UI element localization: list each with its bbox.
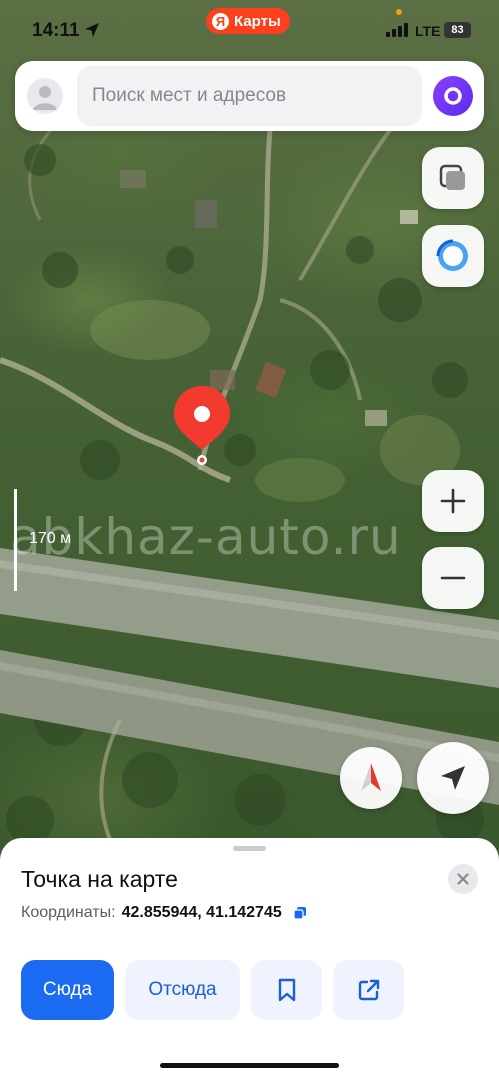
place-card-sheet: Точка на карте Координаты: 42.855944, 41… xyxy=(0,838,499,1080)
zoom-in-button[interactable] xyxy=(422,470,484,532)
route-from-button[interactable]: Отсюда xyxy=(125,960,240,1020)
scale-bar xyxy=(14,489,17,591)
privacy-indicator-dot xyxy=(396,9,402,15)
status-time: 14:11 xyxy=(32,20,80,41)
copy-icon[interactable] xyxy=(293,906,307,920)
sheet-grabber[interactable] xyxy=(233,846,266,851)
layers-icon xyxy=(439,164,465,190)
sheet-title: Точка на карте xyxy=(21,866,178,892)
search-card xyxy=(15,61,484,131)
my-location-icon xyxy=(441,766,465,790)
bookmark-icon xyxy=(278,978,295,1002)
signal-icon xyxy=(386,23,408,37)
compass-icon xyxy=(361,763,381,791)
coordinates-row: Координаты: 42.855944, 41.142745 xyxy=(21,904,307,922)
route-here-button[interactable]: Сюда xyxy=(21,960,114,1020)
coordinates-label: Координаты: xyxy=(21,904,116,921)
close-icon xyxy=(457,873,469,885)
bookmark-button[interactable] xyxy=(251,960,322,1020)
yandex-logo: Я xyxy=(212,12,229,30)
yandex-maps-badge[interactable]: Я Карты xyxy=(206,8,290,34)
share-icon xyxy=(358,979,379,1001)
alice-icon[interactable] xyxy=(433,76,473,116)
alice-assistant-icon xyxy=(436,239,468,271)
user-avatar-icon[interactable] xyxy=(27,78,63,114)
compass-button[interactable] xyxy=(340,747,402,809)
close-button[interactable] xyxy=(448,864,478,894)
home-indicator[interactable] xyxy=(160,1063,339,1068)
layers-button[interactable] xyxy=(422,147,484,209)
map-pin-icon[interactable] xyxy=(172,384,232,466)
share-button[interactable] xyxy=(333,960,404,1020)
status-bar: 14:11 Я Карты LTE 83 xyxy=(0,0,499,60)
scale-label: 170 м xyxy=(29,530,72,547)
search-input[interactable] xyxy=(77,66,422,126)
location-arrow-icon xyxy=(85,23,99,37)
alice-assistant-button[interactable] xyxy=(422,225,484,287)
zoom-in-icon xyxy=(440,488,466,514)
battery-indicator: 83 xyxy=(444,22,471,38)
network-type: LTE xyxy=(415,23,441,39)
coordinates-value[interactable]: 42.855944, 41.142745 xyxy=(122,904,282,922)
my-location-button[interactable] xyxy=(417,742,489,814)
zoom-out-button[interactable] xyxy=(422,547,484,609)
app-badge-label: Карты xyxy=(234,12,281,30)
zoom-out-icon xyxy=(440,576,466,580)
